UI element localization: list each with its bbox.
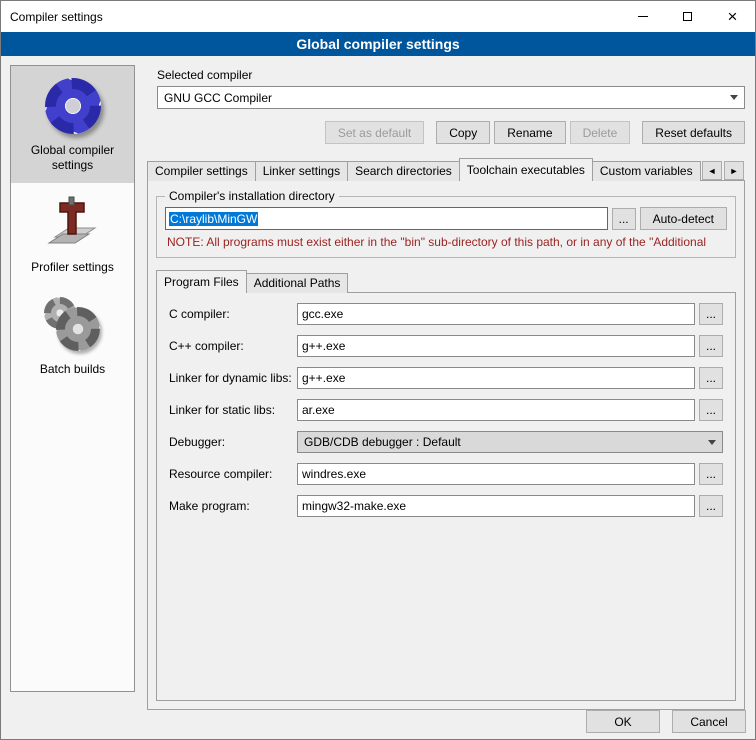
resource-compiler-input[interactable]: [297, 463, 695, 485]
tab-build-options[interactable]: Build options: [700, 161, 701, 181]
tab-custom-variables[interactable]: Custom variables: [592, 161, 701, 181]
ok-button[interactable]: OK: [586, 710, 660, 733]
debugger-label: Debugger:: [169, 435, 297, 449]
tab-search-directories[interactable]: Search directories: [347, 161, 460, 181]
resource-compiler-label: Resource compiler:: [169, 467, 297, 481]
debugger-value: GDB/CDB debugger : Default: [304, 435, 708, 449]
c-compiler-row: C compiler: ...: [169, 303, 723, 325]
subtab-scroller: Program Files Additional Paths: [156, 270, 736, 293]
toolchain-executables-panel: Compiler's installation directory C:\ray…: [147, 180, 745, 710]
dialog-footer: OK Cancel: [586, 710, 746, 733]
tab-compiler-settings[interactable]: Compiler settings: [147, 161, 256, 181]
installation-path-row: C:\raylib\MinGW ... Auto-detect: [165, 207, 727, 230]
window-controls: ×: [620, 1, 755, 32]
linker-static-row: Linker for static libs: ...: [169, 399, 723, 421]
linker-dynamic-input[interactable]: [297, 367, 695, 389]
installation-path-input[interactable]: C:\raylib\MinGW: [165, 207, 608, 230]
close-icon: ×: [728, 8, 738, 25]
tab-scroll-right-button[interactable]: ►: [724, 161, 744, 180]
bin-subdirectory-note: NOTE: All programs must exist either in …: [167, 235, 725, 249]
sidebar-item-label: Batch builds: [40, 362, 105, 377]
c-compiler-input[interactable]: [297, 303, 695, 325]
make-program-label: Make program:: [169, 499, 297, 513]
rename-button[interactable]: Rename: [494, 121, 565, 144]
maximize-icon: [683, 12, 692, 21]
linker-dynamic-label: Linker for dynamic libs:: [169, 371, 297, 385]
resource-compiler-row: Resource compiler: ...: [169, 463, 723, 485]
title-bar: Compiler settings ×: [1, 1, 755, 32]
tab-scroller: Compiler settings Linker settings Search…: [147, 158, 701, 181]
linker-static-label: Linker for static libs:: [169, 403, 297, 417]
resource-compiler-browse-button[interactable]: ...: [699, 463, 723, 485]
maximize-button[interactable]: [665, 1, 710, 32]
settings-sidebar: Global compiler settings Profiler settin…: [10, 65, 135, 692]
tab-additional-paths[interactable]: Additional Paths: [246, 273, 349, 293]
debugger-dropdown[interactable]: GDB/CDB debugger : Default: [297, 431, 723, 453]
set-as-default-button[interactable]: Set as default: [325, 121, 424, 144]
cancel-button[interactable]: Cancel: [672, 710, 746, 733]
program-files-panel: C compiler: ... C++ compiler: ... Linker…: [156, 292, 736, 701]
tab-linker-settings[interactable]: Linker settings: [255, 161, 348, 181]
window-title: Compiler settings: [1, 10, 103, 24]
minimize-icon: [638, 16, 648, 17]
left-triangle-icon: ◄: [708, 166, 717, 176]
sidebar-item-label: Global compiler settings: [14, 143, 131, 173]
program-files-tab-strip: Program Files Additional Paths: [156, 270, 736, 293]
large-gray-gear-icon: [56, 307, 100, 351]
main-panel: Selected compiler GNU GCC Compiler Set a…: [147, 60, 745, 710]
cpp-compiler-browse-button[interactable]: ...: [699, 335, 723, 357]
delete-button[interactable]: Delete: [570, 121, 631, 144]
page-title: Global compiler settings: [1, 32, 755, 56]
make-program-row: Make program: ...: [169, 495, 723, 517]
chevron-down-icon: [708, 440, 716, 445]
right-triangle-icon: ►: [730, 166, 739, 176]
dialog-content: Global compiler settings Profiler settin…: [1, 56, 755, 740]
installation-path-value: C:\raylib\MinGW: [169, 212, 258, 226]
installation-directory-group: Compiler's installation directory C:\ray…: [156, 189, 736, 258]
batch-gears-icon: [44, 297, 102, 353]
sidebar-item-label: Profiler settings: [31, 260, 114, 275]
linker-dynamic-row: Linker for dynamic libs: ...: [169, 367, 723, 389]
cpp-compiler-label: C++ compiler:: [169, 339, 297, 353]
selected-compiler-value: GNU GCC Compiler: [164, 91, 730, 105]
installation-directory-legend: Compiler's installation directory: [165, 189, 339, 203]
tab-scroll-left-button[interactable]: ◄: [702, 161, 722, 180]
tab-toolchain-executables[interactable]: Toolchain executables: [459, 158, 593, 181]
sidebar-item-profiler-settings[interactable]: Profiler settings: [11, 183, 134, 285]
linker-static-browse-button[interactable]: ...: [699, 399, 723, 421]
selected-compiler-label: Selected compiler: [157, 68, 745, 82]
tab-scroll-buttons: ◄ ►: [702, 161, 744, 180]
compiler-settings-dialog: Compiler settings × Global compiler sett…: [0, 0, 756, 740]
make-program-browse-button[interactable]: ...: [699, 495, 723, 517]
make-program-input[interactable]: [297, 495, 695, 517]
reset-defaults-button[interactable]: Reset defaults: [642, 121, 745, 144]
profiler-tool-icon: [45, 195, 101, 251]
linker-dynamic-browse-button[interactable]: ...: [699, 367, 723, 389]
tab-program-files[interactable]: Program Files: [156, 270, 247, 293]
cpp-compiler-row: C++ compiler: ...: [169, 335, 723, 357]
c-compiler-browse-button[interactable]: ...: [699, 303, 723, 325]
sidebar-item-global-compiler-settings[interactable]: Global compiler settings: [11, 66, 134, 183]
c-compiler-label: C compiler:: [169, 307, 297, 321]
minimize-button[interactable]: [620, 1, 665, 32]
installation-path-browse-button[interactable]: ...: [612, 208, 636, 230]
compiler-actions-row: Set as default Copy Rename Delete Reset …: [157, 121, 745, 144]
copy-button[interactable]: Copy: [436, 121, 490, 144]
cpp-compiler-input[interactable]: [297, 335, 695, 357]
auto-detect-button[interactable]: Auto-detect: [640, 207, 727, 230]
sidebar-item-batch-builds[interactable]: Batch builds: [11, 285, 134, 387]
linker-static-input[interactable]: [297, 399, 695, 421]
chevron-down-icon: [730, 95, 738, 100]
debugger-row: Debugger: GDB/CDB debugger : Default: [169, 431, 723, 453]
close-button[interactable]: ×: [710, 1, 755, 32]
blue-gear-icon: [45, 78, 101, 134]
selected-compiler-dropdown[interactable]: GNU GCC Compiler: [157, 86, 745, 109]
settings-tab-strip: Compiler settings Linker settings Search…: [147, 158, 745, 181]
